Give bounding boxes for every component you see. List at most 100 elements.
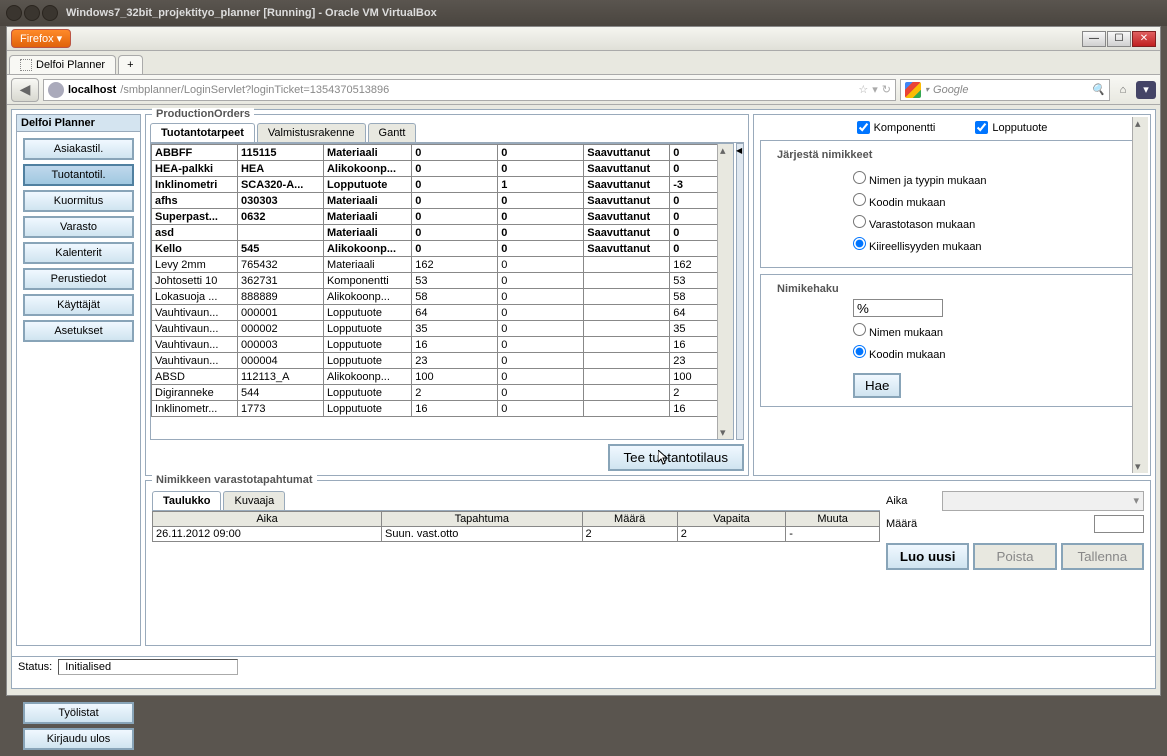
splitter-handle[interactable] bbox=[736, 143, 744, 440]
browser-window: Firefox ▾ — ☐ ✕ Delfoi Planner + ◀ local… bbox=[6, 26, 1161, 696]
minimize-icon[interactable] bbox=[24, 5, 40, 21]
home-icon[interactable]: ⌂ bbox=[1114, 81, 1132, 99]
events-tab-1[interactable]: Kuvaaja bbox=[223, 491, 285, 510]
prod-tab-1[interactable]: Valmistusrakenne bbox=[257, 123, 366, 142]
sidebar-title: Delfoi Planner bbox=[17, 115, 140, 132]
table-row[interactable]: Vauhtivaun...000002Lopputuote35035 bbox=[152, 321, 733, 337]
aika-combo[interactable] bbox=[942, 491, 1144, 511]
panel-legend: Nimikkeen varastotapahtumat bbox=[152, 474, 317, 486]
table-row[interactable]: HEA-palkkiHEAAlikokoonp...00Saavuttanut0 bbox=[152, 161, 733, 177]
events-tabs: TaulukkoKuvaaja bbox=[152, 491, 880, 511]
browser-navbar: ◀ localhost/smbplanner/LoginServlet?logi… bbox=[7, 75, 1160, 105]
page-icon bbox=[20, 59, 32, 71]
events-table[interactable]: AikaTapahtumaMääräVapaitaMuuta 26.11.201… bbox=[152, 511, 880, 542]
sidebar-item-7[interactable]: Asetukset bbox=[23, 320, 134, 342]
google-icon bbox=[905, 82, 921, 98]
poista-button[interactable]: Poista bbox=[973, 543, 1056, 570]
reload-icon[interactable]: ↻ bbox=[882, 83, 891, 96]
tallenna-button[interactable]: Tallenna bbox=[1061, 543, 1144, 570]
sidebar-item-0[interactable]: Asiakastil. bbox=[23, 138, 134, 160]
vm-titlebar: Windows7_32bit_projektityo_planner [Runn… bbox=[0, 0, 1167, 26]
browser-tabbar: Delfoi Planner + bbox=[7, 51, 1160, 75]
sidebar: Delfoi Planner Asiakastil. Tuotantotil. Ku… bbox=[16, 114, 141, 646]
searchby-radio-0[interactable]: Nimen mukaan bbox=[853, 323, 1131, 339]
table-row[interactable]: Vauhtivaun...000001Lopputuote64064 bbox=[152, 305, 733, 321]
globe-icon bbox=[48, 82, 64, 98]
url-bar[interactable]: localhost/smbplanner/LoginServlet?loginT… bbox=[43, 79, 896, 101]
table-row[interactable]: asdMateriaali00Saavuttanut0 bbox=[152, 225, 733, 241]
search-icon[interactable]: 🔍 bbox=[1091, 83, 1105, 96]
sort-radio-0[interactable]: Nimen ja tyypin mukaan bbox=[853, 171, 1131, 187]
table-row[interactable]: Johtosetti 10362731Komponentti53053 bbox=[152, 273, 733, 289]
table-row[interactable]: ABSD112113_AAlikokoonp...1000100 bbox=[152, 369, 733, 385]
close-button[interactable]: ✕ bbox=[1132, 31, 1156, 47]
table-row[interactable]: Digiranneke544Lopputuote202 bbox=[152, 385, 733, 401]
firefox-menubar: Firefox ▾ — ☐ ✕ bbox=[7, 27, 1160, 51]
table-row[interactable]: Vauhtivaun...000003Lopputuote16016 bbox=[152, 337, 733, 353]
events-edit: Aika Määrä Luo uusi Poista Tallenna bbox=[886, 491, 1144, 639]
maara-input[interactable] bbox=[1094, 515, 1144, 533]
dropdown-icon[interactable]: ▾ bbox=[872, 83, 878, 96]
table-row[interactable]: Superpast...0632Materiaali00Saavuttanut0 bbox=[152, 209, 733, 225]
status-value: Initialised bbox=[58, 659, 238, 675]
chevron-down-icon[interactable]: ▾ bbox=[925, 85, 929, 94]
panel-legend: ProductionOrders bbox=[152, 108, 254, 120]
hae-button[interactable]: Hae bbox=[853, 373, 901, 398]
statusbar: Status: Initialised bbox=[12, 656, 1155, 676]
close-icon[interactable] bbox=[6, 5, 22, 21]
create-prod-order-button[interactable]: Tee tuotantotilaus bbox=[608, 444, 744, 471]
maximize-icon[interactable] bbox=[42, 5, 58, 21]
sidebar-item-6[interactable]: Käyttäjät bbox=[23, 294, 134, 316]
new-tab-button[interactable]: + bbox=[118, 55, 142, 74]
sort-radio-1[interactable]: Koodin mukaan bbox=[853, 193, 1131, 209]
prod-tab-0[interactable]: Tuotantotarpeet bbox=[150, 123, 255, 142]
table-row[interactable]: Vauhtivaun...000004Lopputuote23023 bbox=[152, 353, 733, 369]
sort-radio-2[interactable]: Varastotason mukaan bbox=[853, 215, 1131, 231]
sidebar-bottom-0[interactable]: Työlistat bbox=[23, 702, 134, 724]
table-row[interactable]: InklinometriSCA320-A...Lopputuote01Saavu… bbox=[152, 177, 733, 193]
bookmark-icon[interactable]: ▾ bbox=[1136, 81, 1156, 99]
status-label: Status: bbox=[18, 661, 52, 673]
url-host: localhost bbox=[68, 84, 116, 96]
sort-fieldset: Järjestä nimikkeet Nimen ja tyypin mukaa… bbox=[760, 140, 1144, 268]
check-lopputuote[interactable]: Lopputuote bbox=[975, 121, 1047, 134]
vm-title: Windows7_32bit_projektityo_planner [Runn… bbox=[66, 7, 437, 19]
table-row[interactable]: afhs030303Materiaali00Saavuttanut0 bbox=[152, 193, 733, 209]
sidebar-item-1[interactable]: Tuotantotil. bbox=[23, 164, 134, 186]
prod-tab-2[interactable]: Gantt bbox=[368, 123, 417, 142]
sort-radio-3[interactable]: Kiireellisyyden mukaan bbox=[853, 237, 1131, 253]
filter-panel: Komponentti Lopputuote Järjestä nimikkee… bbox=[753, 114, 1151, 476]
luo-uusi-button[interactable]: Luo uusi bbox=[886, 543, 969, 570]
check-komponentti[interactable]: Komponentti bbox=[857, 121, 936, 134]
searchby-radio-1[interactable]: Koodin mukaan bbox=[853, 345, 1131, 361]
search-input[interactable] bbox=[853, 299, 943, 317]
url-path: /smbplanner/LoginServlet?loginTicket=135… bbox=[120, 84, 389, 96]
back-button[interactable]: ◀ bbox=[11, 78, 39, 102]
sidebar-bottom-1[interactable]: Kirjaudu ulos bbox=[23, 728, 134, 750]
search-fieldset: Nimikehaku Nimen mukaan Koodin mukaan Ha… bbox=[760, 274, 1144, 407]
table-row[interactable]: Lokasuoja ...888889Alikokoonp...58058 bbox=[152, 289, 733, 305]
orders-table[interactable]: ABBFF115115Materiaali00Saavuttanut0HEA-p… bbox=[151, 144, 733, 417]
star-icon[interactable]: ☆ bbox=[858, 83, 868, 96]
prod-tabs: TuotantotarpeetValmistusrakenneGantt bbox=[150, 123, 744, 143]
inventory-events-panel: Nimikkeen varastotapahtumat TaulukkoKuva… bbox=[145, 480, 1151, 646]
table-row[interactable]: Inklinometr...1773Lopputuote16016 bbox=[152, 401, 733, 417]
table-row[interactable]: ABBFF115115Materiaali00Saavuttanut0 bbox=[152, 145, 733, 161]
orders-table-wrap: ABBFF115115Materiaali00Saavuttanut0HEA-p… bbox=[150, 143, 734, 440]
sidebar-item-2[interactable]: Kuormitus bbox=[23, 190, 134, 212]
sidebar-item-3[interactable]: Varasto bbox=[23, 216, 134, 238]
search-box[interactable]: ▾ Google 🔍 bbox=[900, 79, 1110, 101]
sidebar-item-5[interactable]: Perustiedot bbox=[23, 268, 134, 290]
delfoi-app: Delfoi Planner Asiakastil. Tuotantotil. Ku… bbox=[11, 109, 1156, 689]
maximize-button[interactable]: ☐ bbox=[1107, 31, 1131, 47]
vertical-scrollbar[interactable] bbox=[717, 144, 733, 439]
minimize-button[interactable]: — bbox=[1082, 31, 1106, 47]
sidebar-item-4[interactable]: Kalenterit bbox=[23, 242, 134, 264]
tab-label: Delfoi Planner bbox=[36, 59, 105, 71]
table-row[interactable]: Levy 2mm765432Materiaali1620162 bbox=[152, 257, 733, 273]
vertical-scrollbar[interactable] bbox=[1132, 117, 1148, 473]
table-row[interactable]: Kello545Alikokoonp...00Saavuttanut0 bbox=[152, 241, 733, 257]
events-tab-0[interactable]: Taulukko bbox=[152, 491, 221, 510]
firefox-menu-button[interactable]: Firefox ▾ bbox=[11, 29, 71, 48]
browser-tab[interactable]: Delfoi Planner bbox=[9, 55, 116, 74]
